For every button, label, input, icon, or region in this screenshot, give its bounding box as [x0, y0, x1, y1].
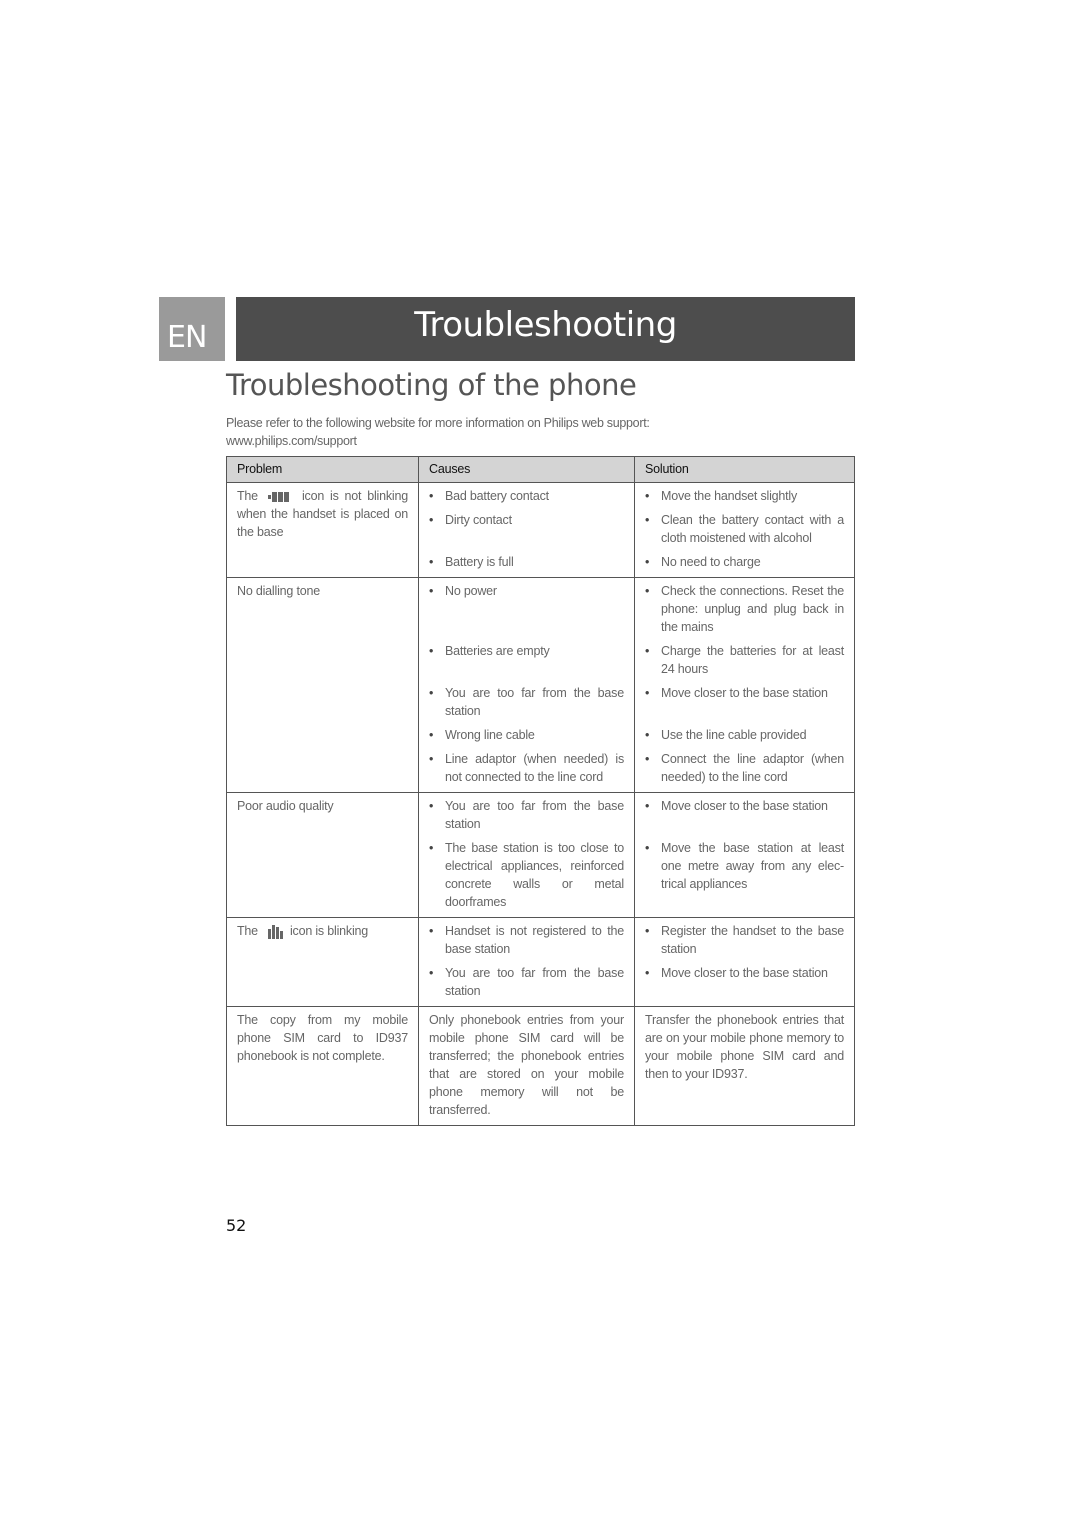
causes-cell: Handset is not registered to the base st… [418, 917, 635, 1007]
problem-cell: Poor audio quality [226, 792, 419, 918]
problem-text: icon is not blinking when the handset is… [237, 489, 408, 539]
cause-item: You are too far from the base station [429, 797, 624, 833]
problem-cell: The copy from my mobile phone SIM card t… [226, 1006, 419, 1126]
problem-cell: The icon is not blinking when the handset… [226, 482, 419, 578]
troubleshooting-table: Problem Causes Solution The icon is not b… [226, 456, 855, 1126]
cause-item: Wrong line cable [429, 726, 624, 744]
cause-item: You are too far from the base station [429, 964, 624, 1000]
causes-cell: You are too far from the base station Th… [418, 792, 635, 918]
problem-text: The [237, 924, 258, 938]
section-header: Troubleshooting [236, 297, 855, 361]
solution-cell: Register the handset to the base station… [634, 917, 855, 1007]
column-header-problem: Problem [226, 456, 419, 483]
column-header-solution: Solution [634, 456, 855, 483]
cause-item: Handset is not registered to the base st… [429, 922, 624, 958]
problem-cell: The icon is blinking [226, 917, 419, 1007]
cause-item: Dirty contact [429, 511, 624, 529]
solution-cell: Move closer to the base station Move the… [634, 792, 855, 918]
table-header-row: Problem Causes Solution [226, 456, 855, 483]
causes-cell: Bad battery contact Dirty contact Batter… [418, 482, 635, 578]
column-header-causes: Causes [418, 456, 635, 483]
signal-icon [267, 924, 284, 939]
table-row: No dialling tone No power Batteries are … [226, 577, 855, 793]
table-row: The icon is not blinking when the handset… [226, 482, 855, 578]
problem-text: The [237, 489, 258, 503]
solution-item: No need to charge [645, 553, 844, 571]
problem-cell: No dialling tone [226, 577, 419, 793]
solution-cell: Move the handset slightly Clean the batt… [634, 482, 855, 578]
table-row: The icon is blinking Handset is not regis… [226, 917, 855, 1007]
causes-cell: Only phonebook entries from your mobile … [418, 1006, 635, 1126]
cause-item: You are too far from the base station [429, 684, 624, 720]
cause-item: Bad battery contact [429, 487, 624, 505]
solution-cell: Check the connections. Reset the phone: … [634, 577, 855, 793]
table-row: Poor audio quality You are too far from … [226, 792, 855, 918]
solution-item: Move the base station at least one metre… [645, 839, 844, 893]
section-title: Troubleshooting [414, 305, 677, 345]
cause-item: The base station is too close to electri… [429, 839, 624, 911]
solution-item: Move the handset slightly [645, 487, 844, 505]
page-title: Troubleshooting of the phone [226, 368, 637, 402]
solution-item: Move closer to the base station [645, 797, 844, 815]
solution-item: Move closer to the base station [645, 964, 844, 982]
cause-item: Line adaptor (when needed) is not connec… [429, 750, 624, 786]
solution-item: Move closer to the base station [645, 684, 844, 702]
page-number: 52 [226, 1216, 247, 1235]
table-row: The copy from my mobile phone SIM card t… [226, 1006, 855, 1126]
solution-item: Clean the battery contact with a cloth m… [645, 511, 844, 547]
solution-item: Connect the line adaptor (when needed) t… [645, 750, 844, 786]
battery-icon [267, 491, 290, 502]
cause-item: No power [429, 582, 624, 600]
causes-cell: No power Batteries are empty You are too… [418, 577, 635, 793]
language-badge: EN [159, 297, 225, 361]
intro-line: Please refer to the following website fo… [226, 416, 650, 430]
solution-item: Register the handset to the base station [645, 922, 844, 958]
cause-item: Battery is full [429, 553, 624, 571]
solution-cell: Transfer the phonebook entries that are … [634, 1006, 855, 1126]
intro-text: Please refer to the following website fo… [226, 414, 856, 450]
problem-text: icon is blinking [289, 924, 369, 938]
solution-item: Charge the batteries for at least 24 hou… [645, 642, 844, 678]
solution-item: Check the connections. Reset the phone: … [645, 582, 844, 636]
language-badge-label: EN [167, 320, 207, 355]
solution-item: Use the line cable provided [645, 726, 844, 744]
cause-item: Batteries are empty [429, 642, 624, 660]
support-link[interactable]: www.philips.com/support [226, 432, 856, 450]
